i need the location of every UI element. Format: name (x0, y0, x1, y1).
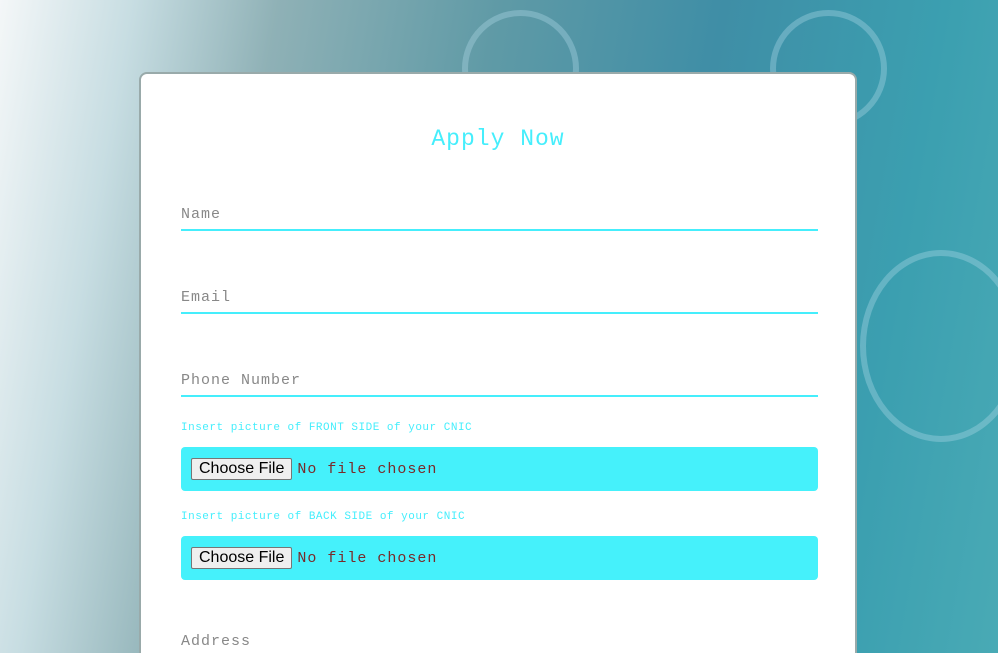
front-cnic-file-input[interactable]: Choose File No file chosen (181, 447, 818, 491)
phone-input[interactable] (181, 372, 818, 397)
back-cnic-label: Insert picture of BACK SIDE of your CNIC (181, 511, 466, 523)
email-input[interactable] (181, 289, 818, 314)
background-decoration (860, 250, 998, 442)
form-title: Apply Now (431, 126, 565, 152)
back-cnic-file-input[interactable]: Choose File No file chosen (181, 536, 818, 580)
choose-file-button[interactable]: Choose File (191, 458, 293, 480)
file-status: No file chosen (297, 549, 438, 567)
front-cnic-label: Insert picture of FRONT SIDE of your CNI… (181, 422, 473, 434)
choose-file-button[interactable]: Choose File (191, 547, 293, 569)
apply-form-card: Apply Now Insert picture of FRONT SIDE o… (139, 72, 857, 653)
name-input[interactable] (181, 206, 818, 231)
file-status: No file chosen (297, 460, 438, 478)
address-input[interactable] (181, 633, 818, 653)
